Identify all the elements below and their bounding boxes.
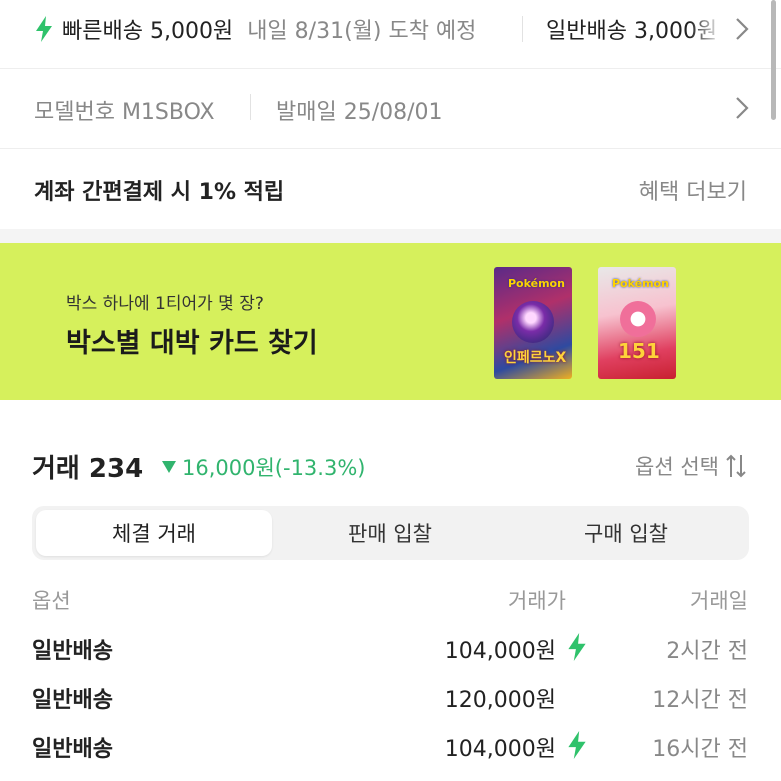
- tab-buy-bids[interactable]: 구매 입찰: [508, 510, 744, 556]
- trade-tabs: 체결 거래 판매 입찰 구매 입찰: [32, 506, 749, 560]
- table-row: 일반배송 104,000원 2시간 전: [0, 633, 781, 679]
- price-change-value: 16,000원(-13.3%): [182, 456, 366, 480]
- fast-shipping-info: 빠른배송 5,000원 내일 8/31(월) 도착 예정: [34, 13, 476, 45]
- row-option: 일반배송: [32, 737, 113, 762]
- tab-sell-bids[interactable]: 판매 입찰: [272, 510, 508, 556]
- column-header-date: 거래일: [690, 589, 748, 613]
- chevron-right-icon[interactable]: [734, 96, 750, 120]
- section-gap: [0, 229, 781, 243]
- table-row: 일반배송 104,000원 16시간 전: [0, 731, 781, 777]
- benefit-row: 계좌 간편결제 시 1% 적립 혜택 더보기: [0, 150, 781, 228]
- sort-arrows-icon: [726, 454, 746, 478]
- box-logo: Pokémon: [508, 277, 565, 290]
- divider: [0, 148, 781, 149]
- scrollbar[interactable]: [771, 0, 776, 120]
- row-option: 일반배송: [32, 639, 113, 664]
- column-header-option: 옵션: [32, 589, 71, 613]
- lightning-bolt-icon: [568, 633, 586, 661]
- chevron-right-icon[interactable]: [734, 17, 750, 41]
- banner-subtitle: 박스 하나에 1티어가 몇 장?: [66, 294, 264, 314]
- box-number: 151: [618, 339, 660, 363]
- box-name: 인페르노X: [504, 350, 567, 366]
- row-option: 일반배송: [32, 688, 113, 713]
- option-select-label: 옵션 선택: [635, 455, 719, 479]
- row-price: 104,000원: [444, 737, 556, 762]
- booster-box-image: Pokémon 인페르노X: [494, 267, 572, 379]
- divider: [522, 16, 523, 42]
- table-row: 일반배송 120,000원 12시간 전: [0, 682, 781, 728]
- row-date: 2시간 전: [666, 639, 748, 664]
- row-price: 120,000원: [444, 688, 556, 713]
- row-date: 16시간 전: [652, 737, 748, 762]
- box-art: [512, 301, 554, 343]
- divider: [0, 68, 781, 69]
- fast-shipping-eta: 내일 8/31(월) 도착 예정: [247, 19, 477, 44]
- benefit-text: 계좌 간편결제 시 1% 적립: [34, 180, 285, 205]
- fade-overlay: [690, 8, 730, 48]
- row-date: 12시간 전: [652, 688, 748, 713]
- down-triangle-icon: [162, 461, 176, 473]
- row-price: 104,000원: [444, 639, 556, 664]
- column-header-price: 거래가: [508, 589, 566, 613]
- tab-concluded-trades[interactable]: 체결 거래: [36, 510, 272, 556]
- fast-shipping-label: 빠른배송 5,000원: [62, 19, 234, 44]
- box-logo: Pokémon: [612, 277, 669, 290]
- release-date: 발매일 25/08/01: [276, 100, 443, 125]
- option-select-button[interactable]: 옵션 선택: [635, 451, 747, 481]
- divider: [250, 94, 251, 120]
- booster-box-image: Pokémon 151: [598, 267, 676, 379]
- trade-count-title: 거래 234: [32, 454, 144, 484]
- lightning-bolt-icon: [36, 16, 52, 42]
- promo-banner[interactable]: 박스 하나에 1티어가 몇 장? 박스별 대박 카드 찾기 Pokémon 인페…: [0, 243, 781, 400]
- benefit-more-link[interactable]: 혜택 더보기: [639, 174, 747, 206]
- model-number: 모델번호 M1SBOX: [34, 100, 215, 125]
- shipping-row[interactable]: 빠른배송 5,000원 내일 8/31(월) 도착 예정 일반배송 3,000원: [0, 0, 781, 60]
- lightning-bolt-icon: [568, 731, 586, 759]
- price-change: 16,000원(-13.3%): [162, 452, 365, 482]
- product-info-row[interactable]: 모델번호 M1SBOX 발매일 25/08/01: [0, 70, 781, 146]
- banner-title: 박스별 대박 카드 찾기: [66, 328, 318, 359]
- box-art: [620, 301, 656, 337]
